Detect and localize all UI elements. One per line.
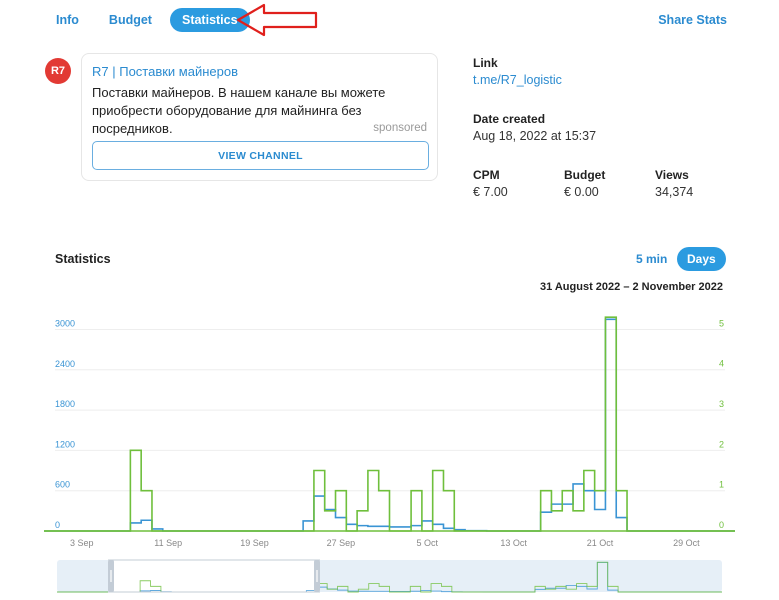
statistics-chart[interactable]: 0 600 1200 1800 2400 3000 0 1 2 3 4 5 3 Sep 11 Sep 19 … — [0, 0, 779, 600]
y-left-tick-label: 2400 — [55, 359, 75, 369]
x-tick-label: 11 Sep — [154, 538, 182, 548]
y-right-tick-label: 3 — [719, 399, 724, 409]
x-tick-label: 29 Oct — [673, 538, 700, 548]
x-tick-label: 3 Sep — [70, 538, 94, 548]
y-left-tick-label: 600 — [55, 480, 70, 490]
y-right-tick-label: 1 — [719, 480, 724, 490]
x-tick-label: 21 Oct — [587, 538, 614, 548]
x-tick-label: 5 Oct — [417, 538, 439, 548]
x-tick-label: 27 Sep — [327, 538, 356, 548]
y-right-tick-label: 0 — [719, 520, 724, 530]
x-tick-label: 13 Oct — [500, 538, 527, 548]
y-left-tick-label: 3000 — [55, 318, 75, 328]
y-left-tick-label: 1200 — [55, 439, 75, 449]
clicks-series-line — [44, 316, 735, 532]
y-left-tick-label: 1800 — [55, 399, 75, 409]
y-right-tick-label: 4 — [719, 359, 724, 369]
y-right-tick-label: 5 — [719, 318, 724, 328]
y-left-tick-label: 0 — [55, 520, 60, 530]
y-right-tick-label: 2 — [719, 439, 724, 449]
x-tick-label: 19 Sep — [240, 538, 269, 548]
